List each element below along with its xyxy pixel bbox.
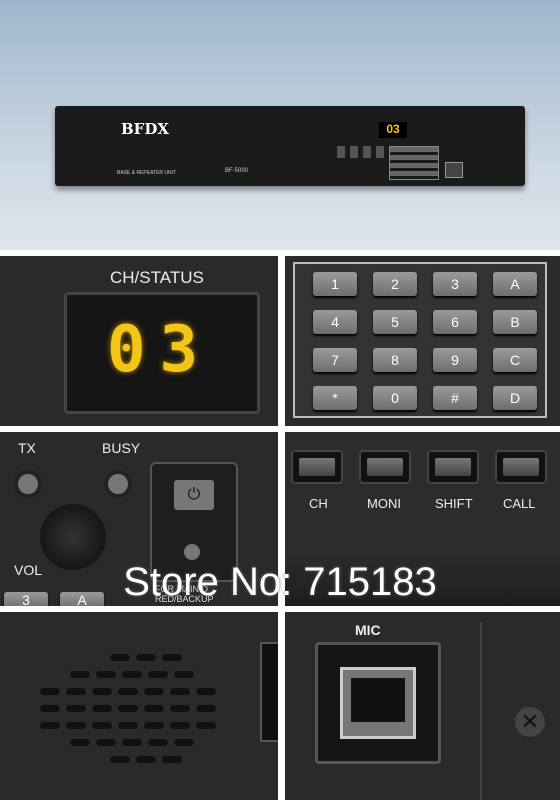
panel-seam	[480, 622, 482, 800]
keypad-key[interactable]: B	[493, 310, 537, 334]
repeater-front-panel: BFDX BASE & REPEATER UNIT BF-5000 03	[55, 106, 525, 186]
power-icon[interactable]: ⏻	[174, 480, 214, 510]
mic-port-closeup: MIC ✕	[285, 612, 560, 800]
function-button[interactable]	[359, 450, 411, 484]
keypad-key[interactable]: A	[493, 272, 537, 296]
function-button-label: CALL	[503, 496, 536, 511]
function-buttons-mini	[337, 146, 389, 158]
busy-led-icon	[104, 470, 132, 498]
ch-status-closeup: CH/STATUS 03	[0, 256, 278, 426]
keypad-key[interactable]: 4	[313, 310, 357, 334]
mini-display: 03	[379, 122, 407, 138]
backup-led-icon	[184, 544, 200, 560]
keypad-key[interactable]: 8	[373, 348, 417, 372]
mic-label: MIC	[355, 622, 381, 638]
keypad-key[interactable]: 2	[373, 272, 417, 296]
speaker-closeup	[0, 612, 278, 800]
function-button[interactable]	[495, 450, 547, 484]
keypad-key[interactable]: 0	[373, 386, 417, 410]
function-button-label: CH	[309, 496, 328, 511]
keypad-key[interactable]: 6	[433, 310, 477, 334]
keypad-key[interactable]: 7	[313, 348, 357, 372]
keypad-mini	[389, 146, 439, 180]
product-hero-photo: BFDX BASE & REPEATER UNIT BF-5000 03	[0, 0, 560, 250]
function-button[interactable]	[291, 450, 343, 484]
unit-label: BASE & REPEATER UNIT	[117, 170, 177, 176]
tx-led-icon	[14, 470, 42, 498]
keypad-closeup: 1 2 3 A 4 5 6 B 7 8 9 C * 0 # D	[285, 256, 560, 426]
store-watermark: Store No: 715183	[123, 560, 437, 604]
keypad-key[interactable]: D	[493, 386, 537, 410]
panel-edge	[260, 642, 278, 742]
channel-display: 03	[107, 313, 213, 387]
speaker-grille	[0, 612, 278, 800]
rj45-mic-jack[interactable]	[340, 667, 416, 739]
keypad-key[interactable]: 5	[373, 310, 417, 334]
model-label: BF-5000	[225, 168, 249, 174]
keypad-key[interactable]: 1	[313, 272, 357, 296]
display-bezel: 03	[64, 292, 260, 414]
tx-label: TX	[18, 440, 36, 456]
ch-status-title: CH/STATUS	[110, 268, 204, 287]
screw-icon: ✕	[515, 707, 545, 737]
function-button-label: SHIFT	[435, 496, 473, 511]
keypad-key[interactable]: 9	[433, 348, 477, 372]
keypad-key[interactable]: #	[433, 386, 477, 410]
function-button[interactable]	[427, 450, 479, 484]
keypad: 1 2 3 A 4 5 6 B 7 8 9 C * 0 # D	[293, 262, 547, 418]
function-button-label: MONI	[367, 496, 401, 511]
busy-label: BUSY	[102, 440, 141, 456]
mic-port-bezel	[315, 642, 441, 764]
keypad-key[interactable]: *	[313, 386, 357, 410]
keypad-key[interactable]: C	[493, 348, 537, 372]
brand-logo: BFDX	[121, 120, 169, 138]
mic-port-mini	[445, 162, 463, 178]
keypad-key[interactable]: 3	[433, 272, 477, 296]
